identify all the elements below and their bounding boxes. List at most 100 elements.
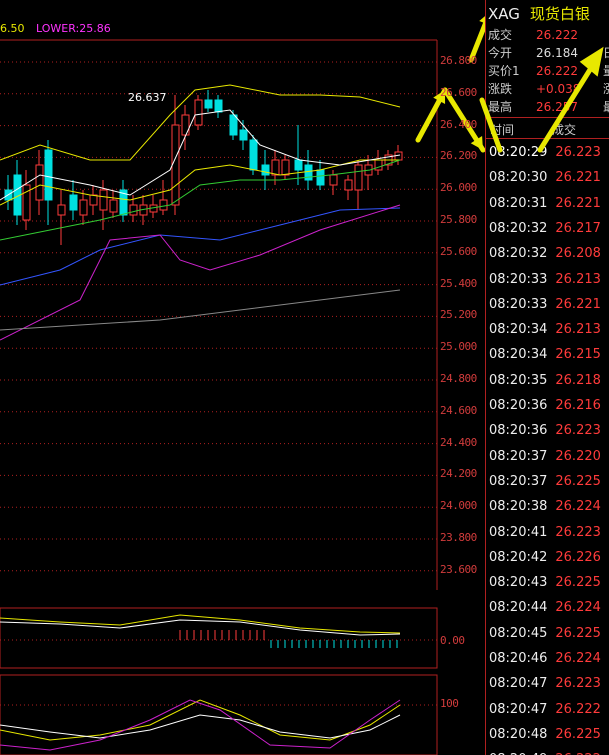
trade-row: 08:20:32 26.208	[489, 246, 601, 261]
trade-time: 08:20:36	[489, 423, 548, 439]
trade-row: 08:20:36 26.216	[489, 398, 601, 413]
candle-body	[159, 199, 168, 211]
price-axis-label: 26.600	[440, 85, 477, 99]
trade-row: 08:20:44 26.224	[489, 600, 601, 615]
trade-row: 08:20:33 26.213	[489, 272, 601, 287]
price-axis-label: 24.200	[440, 467, 477, 481]
trade-price: 26.217	[555, 220, 601, 236]
quote-value: +0.038	[536, 82, 581, 96]
trade-time: 08:20:33	[489, 271, 548, 287]
candle-body	[249, 139, 258, 171]
trade-price: 26.225	[555, 575, 601, 591]
trade-time: 08:20:41	[489, 524, 548, 540]
trade-row: 08:20:35 26.218	[489, 373, 601, 388]
mid-band-line	[0, 159, 400, 206]
trade-time: 08:20:37	[489, 473, 548, 489]
quote-value: 26.184	[536, 46, 578, 60]
quote-row: 涨跌 +0.038	[488, 80, 580, 97]
quote-key: 涨跌	[488, 82, 513, 96]
candle-body	[294, 159, 303, 171]
trade-price: 26.213	[555, 322, 601, 338]
candle-body	[214, 99, 223, 113]
trade-time: 08:20:36	[489, 398, 548, 413]
peak-price-annotation: 26.637	[128, 91, 167, 104]
price-axis-label: 25.200	[440, 308, 477, 322]
candle-body	[57, 204, 66, 216]
trade-price: 26.221	[555, 195, 601, 211]
candle-body	[35, 164, 44, 201]
kdj-j-line	[0, 699, 401, 751]
trade-price: 26.220	[555, 448, 601, 464]
trade-price: 26.216	[555, 398, 601, 413]
trade-time: 08:20:32	[489, 246, 548, 262]
macd-panel	[0, 607, 438, 669]
trade-price: 26.221	[555, 170, 601, 186]
candle-body	[89, 194, 98, 206]
indicator-partial-value: 6.50	[0, 22, 25, 35]
lower-band-line	[0, 204, 401, 341]
trade-row: 08:20:37 26.220	[489, 449, 601, 464]
candle-body	[204, 99, 213, 109]
trades-header-deal: 成交	[552, 123, 577, 137]
price-axis-label: 24.400	[440, 435, 477, 449]
quote-value: 26.222	[536, 64, 578, 78]
trade-row: 08:20:31 26.221	[489, 196, 601, 211]
kdj-d-line	[0, 714, 401, 739]
price-axis-label: 26.800	[440, 54, 477, 67]
trade-row: 08:20:43 26.225	[489, 575, 601, 590]
candle-body	[194, 99, 203, 126]
chart-canvas[interactable]	[0, 0, 485, 755]
trade-row: 08:20:32 26.217	[489, 221, 601, 236]
trade-price: 26.224	[555, 600, 601, 616]
kline-chart[interactable]: 6.50 LOWER:25.86 26.800 26.600 26.400 26.20…	[0, 0, 485, 755]
trade-time: 08:20:45	[489, 625, 548, 641]
candle-body	[239, 129, 248, 141]
price-axis-label: 23.600	[440, 562, 477, 576]
trade-time: 08:20:29	[489, 145, 548, 160]
trade-price: 26.225	[555, 625, 601, 641]
trade-price: 26.222	[555, 701, 601, 717]
trade-time: 08:20:34	[489, 347, 548, 363]
price-axis-label: 25.800	[440, 213, 477, 226]
candle-body	[229, 114, 238, 136]
trade-time: 08:20:48	[489, 726, 548, 742]
far-right-char: 量	[603, 62, 609, 79]
far-right-char: 日	[603, 44, 609, 61]
candle-body	[354, 164, 363, 191]
quote-key: 今开	[488, 46, 513, 60]
price-axis-label: 26.400	[440, 117, 477, 131]
trades-header-time: 时间	[490, 123, 515, 137]
candle-body	[329, 174, 338, 186]
trade-price: 26.224	[555, 499, 601, 515]
trade-price: 26.208	[555, 246, 601, 262]
trade-time: 08:20:44	[489, 600, 548, 616]
trade-price: 26.218	[555, 372, 601, 388]
trade-time: 08:20:30	[489, 170, 548, 186]
trade-row: 08:20:42 26.226	[489, 550, 601, 565]
far-right-char: 涨	[603, 80, 609, 97]
quote-row: 今开 26.184	[488, 44, 578, 61]
trade-row: 08:20:45 26.225	[489, 626, 601, 641]
trade-time: 08:20:46	[489, 651, 548, 666]
trade-row: 08:20:36 26.223	[489, 423, 601, 438]
trade-price: 26.223	[555, 676, 601, 692]
price-axis-label: 24.000	[440, 499, 477, 513]
quote-row: 最高 26.257	[488, 98, 578, 115]
trade-time: 08:20:34	[489, 322, 548, 338]
quote-key: 买价1	[488, 64, 520, 78]
trade-price: 26.221	[555, 296, 601, 312]
candle-body	[181, 114, 190, 136]
candle-body	[316, 169, 325, 186]
trade-row: 08:20:37 26.225	[489, 474, 601, 489]
trade-time: 08:20:47	[489, 701, 548, 717]
quote-key: 最高	[488, 100, 513, 114]
trade-row: 08:20:41 26.223	[489, 525, 601, 540]
trade-row: 08:20:29 26.223	[489, 145, 601, 160]
trade-time: 08:20:43	[489, 575, 548, 591]
trade-price: 26.225	[555, 726, 601, 742]
trade-time: 08:20:33	[489, 296, 548, 312]
ma-blue-line	[0, 207, 401, 286]
macd-axis-label: 0.00	[440, 634, 465, 647]
trade-row: 08:20:34 26.213	[489, 322, 601, 337]
quote-value: 26.222	[536, 28, 578, 42]
